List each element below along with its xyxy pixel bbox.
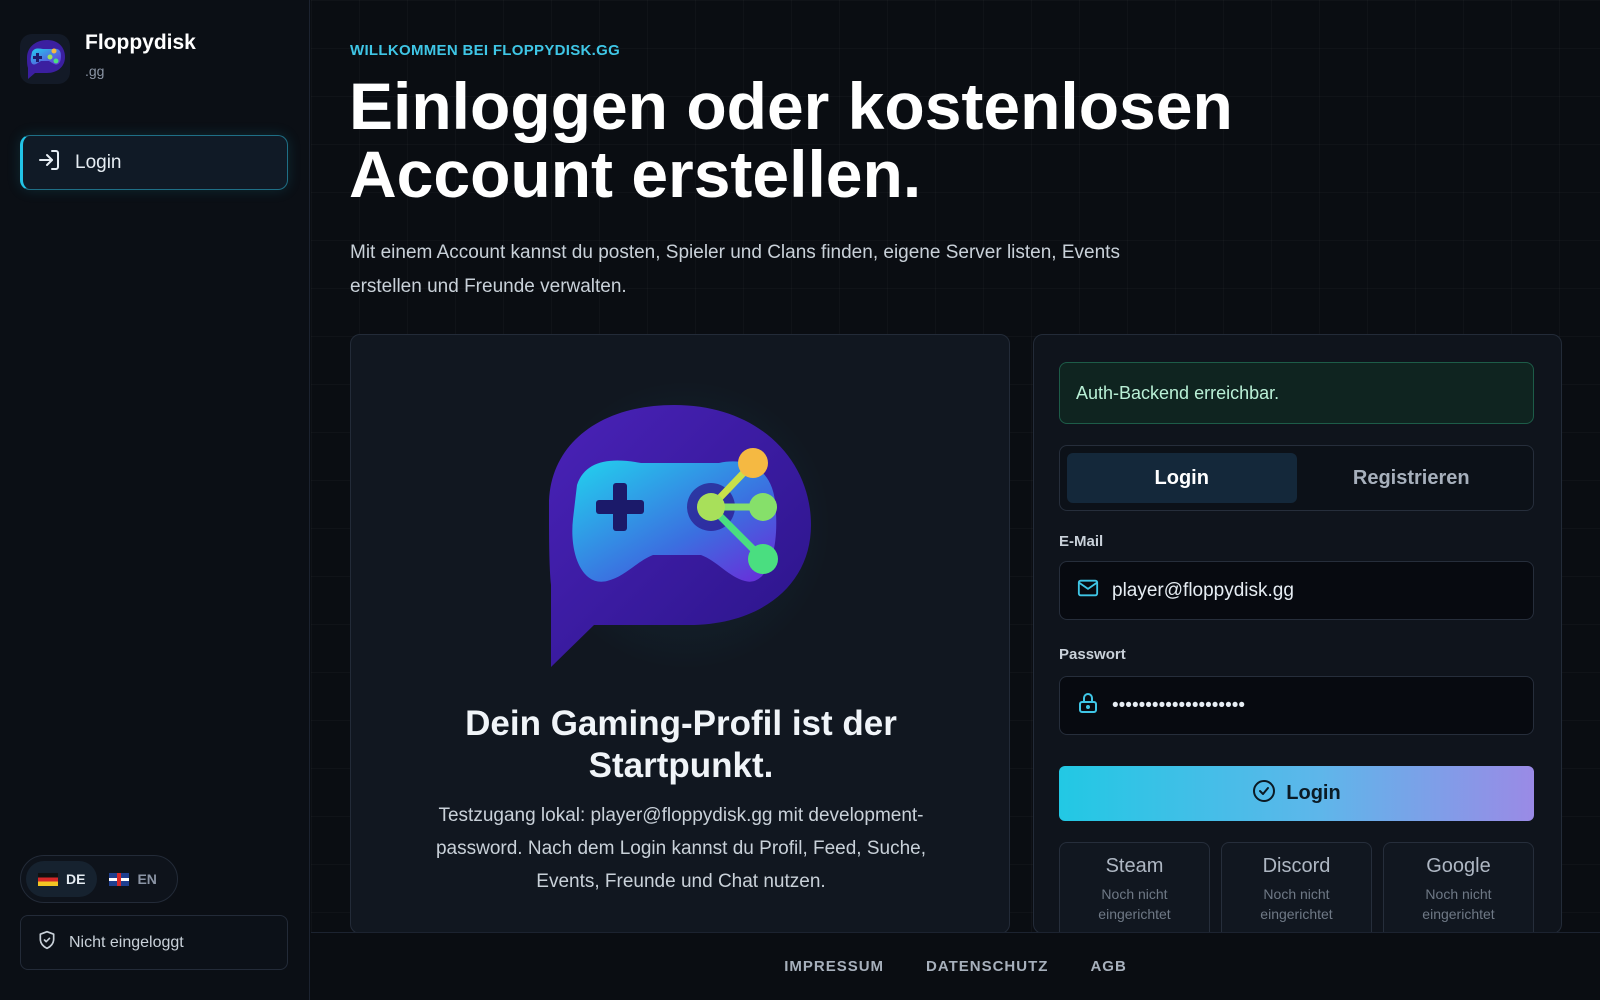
login-status-label: Nicht eingeloggt (69, 933, 184, 951)
login-submit-label: Login (1286, 782, 1341, 804)
page-title: Einloggen oder kostenlosen Account erste… (349, 72, 1309, 208)
login-submit-button[interactable]: Login (1059, 766, 1534, 821)
language-en-button[interactable]: EN (97, 861, 168, 897)
brand-logo-icon (20, 34, 70, 84)
backend-status-alert: Auth-Backend erreichbar. (1059, 362, 1534, 424)
provider-name: Steam (1105, 855, 1164, 877)
german-flag-icon (38, 872, 58, 886)
mail-icon (1076, 577, 1100, 604)
check-circle-icon (1252, 779, 1276, 809)
discord-login-button[interactable]: Discord Noch nicht eingerichtet (1221, 842, 1372, 933)
language-de-button[interactable]: DE (26, 861, 98, 897)
brand-suffix: .gg (85, 63, 105, 79)
main-content: WILLKOMMEN BEI FLOPPYDISK.GG Einloggen o… (311, 0, 1600, 1000)
email-label: E-Mail (1059, 533, 1104, 550)
password-field-wrapper (1059, 676, 1534, 735)
footer-link-datenschutz[interactable]: DATENSCHUTZ (926, 958, 1048, 975)
tab-register[interactable]: Registrieren (1297, 453, 1527, 503)
sidebar-item-login[interactable]: Login (20, 135, 288, 190)
provider-state: Noch nicht eingerichtet (1098, 886, 1171, 922)
lock-icon (1076, 691, 1100, 720)
steam-login-button[interactable]: Steam Noch nicht eingerichtet (1059, 842, 1210, 933)
google-login-button[interactable]: Google Noch nicht eingerichtet (1383, 842, 1534, 933)
brand[interactable]: Floppydisk .gg (20, 31, 196, 84)
hero-card: Dein Gaming-Profil ist der Startpunkt. T… (350, 334, 1010, 934)
hero-title: Dein Gaming-Profil ist der Startpunkt. (465, 704, 897, 785)
language-code: DE (66, 871, 86, 887)
page-eyebrow: WILLKOMMEN BEI FLOPPYDISK.GG (350, 42, 621, 59)
auth-tabs: Login Registrieren (1059, 445, 1534, 511)
sidebar-item-label: Login (75, 151, 122, 173)
email-field[interactable] (1112, 579, 1512, 602)
login-status: Nicht eingeloggt (20, 915, 288, 970)
provider-state: Noch nicht eingerichtet (1422, 886, 1495, 922)
provider-name: Discord (1262, 855, 1331, 877)
provider-name: Google (1426, 855, 1491, 877)
footer-link-impressum[interactable]: IMPRESSUM (784, 958, 884, 975)
page-title-line1: Einloggen oder kostenlosen (349, 69, 1233, 143)
login-icon (37, 148, 61, 177)
language-code: EN (137, 871, 157, 887)
sidebar: Floppydisk .gg Login DE EN Nicht eingelo… (0, 0, 310, 1000)
social-login-providers: Steam Noch nicht eingerichtet Discord No… (1059, 842, 1534, 933)
provider-state: Noch nicht eingerichtet (1260, 886, 1333, 922)
auth-card: Auth-Backend erreichbar. Login Registrie… (1033, 334, 1562, 934)
brand-name: Floppydisk (85, 31, 196, 54)
gamepad-chat-logo-icon (549, 405, 811, 667)
password-label: Passwort (1059, 646, 1126, 663)
page-title-line2: Account erstellen. (349, 137, 922, 211)
email-field-wrapper (1059, 561, 1534, 620)
uk-flag-icon (109, 872, 130, 886)
hero-description: Testzugang lokal: player@floppydisk.gg m… (435, 805, 927, 892)
shield-check-icon (37, 929, 57, 956)
language-switch: DE EN (20, 855, 178, 903)
tab-login[interactable]: Login (1067, 453, 1297, 503)
page-intro: Mit einem Account kannst du posten, Spie… (350, 242, 1120, 297)
password-field[interactable] (1112, 694, 1512, 717)
footer-link-agb[interactable]: AGB (1090, 958, 1126, 975)
footer: IMPRESSUM DATENSCHUTZ AGB (311, 932, 1600, 1000)
